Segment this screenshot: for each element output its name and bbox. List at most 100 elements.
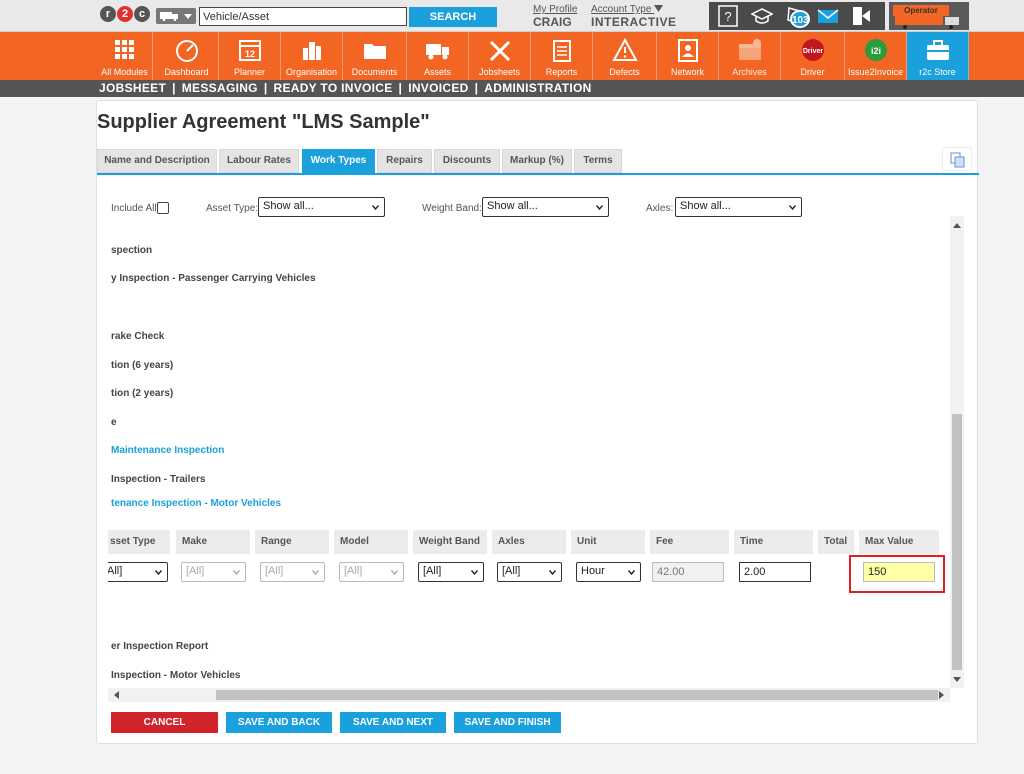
graduation-cap-icon[interactable] [751,5,773,27]
logout-icon[interactable] [851,5,873,27]
list-item[interactable]: er Inspection Report [111,641,208,652]
help-icon[interactable]: ? [717,5,739,27]
nav-jobsheet[interactable]: JOBSHEET [99,81,166,95]
list-item[interactable]: tion (2 years) [111,388,173,399]
save-and-back-button[interactable]: SAVE AND BACK [226,712,332,733]
horizontal-scrollbar[interactable] [108,688,950,702]
vehicle-search-input[interactable] [199,7,407,26]
weight-band-select[interactable]: Show all... [482,197,609,217]
scroll-left-icon[interactable] [114,691,119,699]
module-assets[interactable]: Assets [407,32,469,80]
asset-type-row-select[interactable]: All] [108,562,168,582]
list-item[interactable]: Inspection - Motor Vehicles [111,670,240,681]
time-input[interactable] [739,562,811,582]
axles-row-value: [All] [502,565,521,577]
tab-underline [97,173,979,175]
tab-name-and-description[interactable]: Name and Description [97,149,217,173]
model-select[interactable]: [All] [339,562,404,582]
axles-row-select[interactable]: [All] [497,562,562,582]
asset-type-selector[interactable] [156,8,196,24]
cancel-button[interactable]: CANCEL [111,712,218,733]
contacts-icon [677,39,698,62]
range-select[interactable]: [All] [260,562,325,582]
account-type-link[interactable]: Account Type [591,4,677,15]
tab-discounts[interactable]: Discounts [434,149,500,173]
asset-type-row-value: All] [108,565,123,577]
header-model: Model [334,530,408,554]
axles-select[interactable]: Show all... [675,197,802,217]
save-and-finish-button[interactable]: SAVE AND FINISH [454,712,561,733]
fee-input[interactable] [652,562,724,582]
scroll-thumb[interactable] [952,414,962,670]
make-select[interactable]: [All] [181,562,246,582]
tab-labour-rates[interactable]: Labour Rates [219,149,299,173]
copy-button[interactable] [942,147,972,171]
unit-value: Hour [581,565,605,577]
chevron-down-icon [391,570,398,575]
include-all-checkbox[interactable] [157,202,169,214]
mail-icon[interactable] [817,5,839,27]
nav-administration[interactable]: ADMINISTRATION [484,81,591,95]
my-profile-link[interactable]: My Profile [533,4,577,15]
module-planner[interactable]: 12 Planner [219,32,281,80]
list-item[interactable]: tion (6 years) [111,360,173,371]
vertical-scrollbar[interactable] [950,216,964,688]
r2c-logo[interactable]: r2c [100,6,152,26]
chevron-down-icon [628,570,635,575]
header-fee: Fee [650,530,729,554]
asset-type-select[interactable]: Show all... [258,197,385,217]
list-item[interactable]: rake Check [111,331,164,342]
scroll-up-icon[interactable] [953,223,961,228]
module-network[interactable]: Network [657,32,719,80]
module-label: Defects [609,67,640,77]
module-driver[interactable]: Driver Driver [781,32,845,80]
tab-terms[interactable]: Terms [574,149,622,173]
caret-down-icon [654,5,664,12]
module-organisation[interactable]: Organisation [281,32,343,80]
module-bar: All Modules Dashboard 12 Planner Organis… [0,32,1024,80]
module-dashboard[interactable]: Dashboard [155,32,219,80]
scroll-thumb[interactable] [216,690,938,700]
highlight-box [849,555,945,593]
module-reports[interactable]: Reports [531,32,593,80]
module-r2c-store[interactable]: r2c Store [907,32,969,80]
module-documents[interactable]: Documents [343,32,407,80]
save-and-next-button[interactable]: SAVE AND NEXT [340,712,446,733]
nav-messaging[interactable]: MESSAGING [182,81,258,95]
weight-band-row-select[interactable]: [All] [418,562,484,582]
clipboard-icon [552,40,571,62]
module-label: Archives [732,67,767,77]
nav-ready-to-invoice[interactable]: READY TO INVOICE [273,81,392,95]
search-button[interactable]: SEARCH [409,7,497,27]
operator-button[interactable]: Operator [889,2,969,30]
tools-icon [489,40,510,62]
list-item[interactable]: Inspection - Trailers [111,474,205,485]
list-item[interactable]: spection [111,245,152,256]
module-label: Dashboard [164,67,209,77]
header-axles: Axles [492,530,566,554]
module-label: Network [670,67,704,77]
svg-text:?: ? [724,9,731,24]
scroll-down-icon[interactable] [953,677,961,682]
module-issue2invoice[interactable]: i2i Issue2Invoice [845,32,907,80]
module-label: Planner [233,67,266,77]
list-item[interactable]: y Inspection - Passenger Carrying Vehicl… [111,273,316,284]
list-item-expanded[interactable]: tenance Inspection - Motor Vehicles [111,498,281,509]
nav-invoiced[interactable]: INVOICED [408,81,468,95]
tab-markup[interactable]: Markup (%) [502,149,572,173]
module-all-modules[interactable]: All Modules [97,32,153,80]
module-jobsheets[interactable]: Jobsheets [469,32,531,80]
module-label: Assets [423,67,451,77]
chevron-down-icon [596,205,603,210]
scroll-right-icon[interactable] [939,691,944,699]
list-item[interactable]: e [111,417,117,428]
chevron-down-icon [789,205,796,210]
module-archives[interactable]: Archives [719,32,781,80]
tab-work-types[interactable]: Work Types [302,149,375,173]
tab-repairs[interactable]: Repairs [377,149,432,173]
module-defects[interactable]: Defects [593,32,657,80]
chevron-down-icon [155,570,162,575]
list-item[interactable]: Maintenance Inspection [111,445,224,456]
header-make: Make [176,530,250,554]
unit-select[interactable]: Hour [576,562,641,582]
